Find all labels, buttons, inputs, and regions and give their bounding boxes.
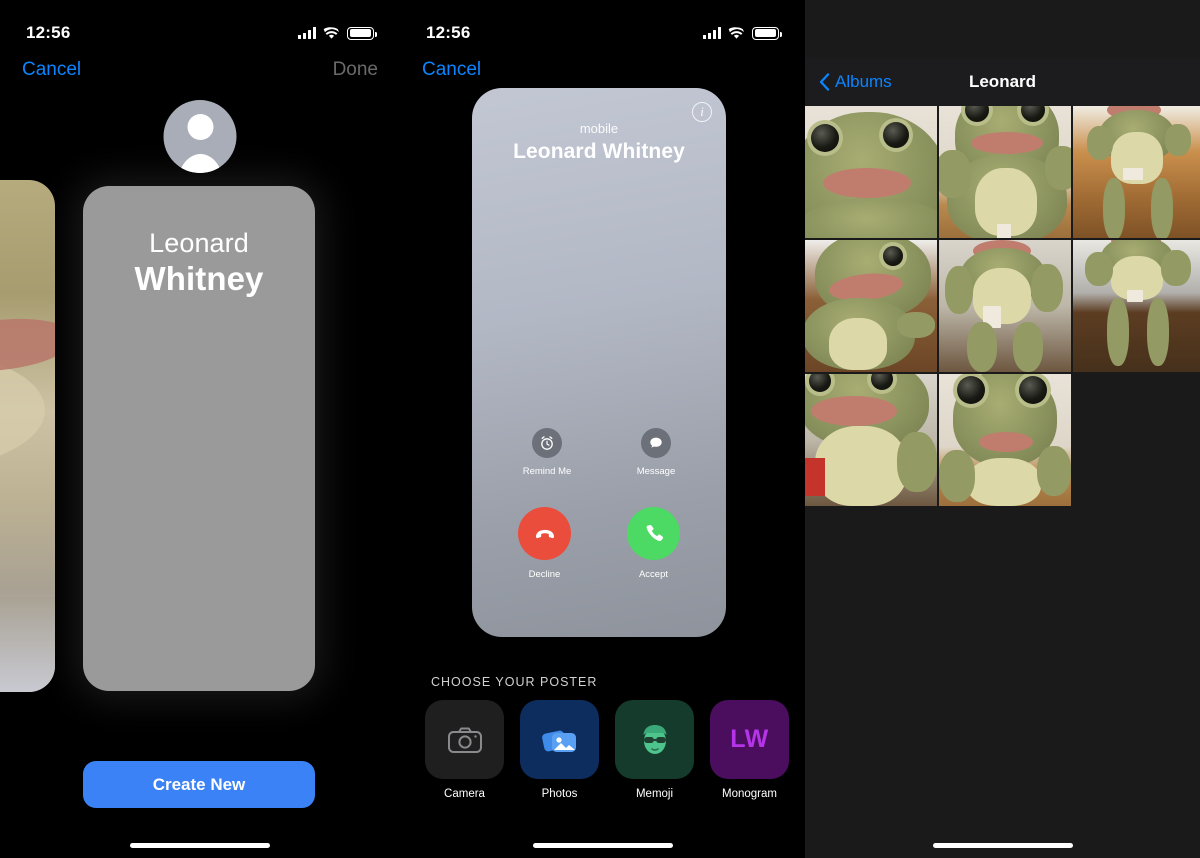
panel-choose-poster-picker: 12:56 Cancel i mobile Leonard Whitney Re… — [400, 0, 805, 858]
call-primary-row: Decline Accept — [472, 507, 726, 580]
photo-thumbnail[interactable] — [939, 374, 1071, 506]
info-circle-icon[interactable]: i — [692, 102, 712, 122]
poster-card-selected[interactable]: Leonard Whitney — [83, 186, 315, 691]
poster-option-camera-label: Camera — [444, 788, 485, 800]
status-time: 12:56 — [26, 23, 71, 42]
message-button[interactable]: Message — [636, 428, 676, 477]
avatar-head-shape — [187, 114, 213, 140]
wifi-icon — [323, 26, 340, 40]
poster-option-photos-label: Photos — [541, 788, 578, 800]
alarm-clock-icon — [531, 428, 562, 458]
photo-thumbnail[interactable] — [805, 106, 937, 238]
incoming-call-preview[interactable]: i mobile Leonard Whitney Remind Me Messa… — [472, 88, 726, 637]
frog-plush-smiling-front — [939, 106, 1071, 238]
accept-button[interactable]: Accept — [627, 507, 680, 580]
poster-option-monogram-label: Monogram — [722, 788, 777, 800]
memoji-face-icon — [615, 700, 694, 779]
photo-thumbnail[interactable] — [805, 240, 937, 372]
message-bubble-icon — [640, 428, 671, 458]
photo-grid — [805, 106, 1200, 506]
cancel-button[interactable]: Cancel — [422, 59, 481, 81]
poster-option-list: Camera Photos Memoji LW Monogram — [400, 700, 805, 800]
chevron-left-icon — [819, 73, 830, 91]
nav-bar: Albums Leonard — [805, 58, 1200, 106]
panel-photos-album-browser: Albums Leonard — [805, 0, 1200, 858]
status-bar: 12:56 — [400, 0, 805, 52]
cancel-button[interactable]: Cancel — [22, 59, 81, 81]
back-to-albums-button[interactable]: Albums — [819, 72, 892, 92]
poster-last-name: Whitney — [134, 259, 264, 297]
status-bar: 12:56 — [0, 0, 400, 52]
frog-plush-on-wood-shelf — [1073, 106, 1200, 238]
done-button[interactable]: Done — [333, 59, 378, 81]
cellular-bars-icon — [703, 27, 721, 39]
battery-icon — [347, 26, 377, 40]
poster-card-previous[interactable]: y i ssage ccept — [0, 180, 55, 692]
call-action-group: Remind Me Message Decline Accept — [472, 428, 726, 580]
phone-icon — [627, 507, 680, 560]
poster-option-photos[interactable]: Photos — [520, 700, 599, 800]
camera-icon — [425, 700, 504, 779]
poster-option-memoji[interactable]: Memoji — [615, 700, 694, 800]
remind-me-label: Remind Me — [522, 466, 572, 477]
wifi-icon — [728, 26, 745, 40]
remind-me-button[interactable]: Remind Me — [522, 428, 572, 477]
screenshot-root: 12:56 Cancel Done Leonard Whitney Create… — [0, 0, 1200, 858]
poster-option-camera[interactable]: Camera — [425, 700, 504, 800]
status-icons — [298, 26, 377, 40]
frog-lip-shape — [0, 312, 55, 378]
person-placeholder-icon[interactable] — [163, 100, 237, 173]
frog-plush-wide-mouth — [805, 374, 937, 506]
photo-thumbnail[interactable] — [1073, 106, 1200, 238]
monogram-text: LW — [730, 725, 769, 753]
panel-contact-poster-editor: 12:56 Cancel Done Leonard Whitney Create… — [0, 0, 400, 858]
decline-button[interactable]: Decline — [518, 507, 571, 580]
home-indicator[interactable] — [532, 843, 673, 848]
frog-plush-side-profile — [805, 240, 937, 372]
frog-plush-seated-table — [939, 240, 1071, 372]
photo-thumbnail[interactable] — [805, 374, 937, 506]
call-secondary-row: Remind Me Message — [472, 428, 726, 477]
battery-icon — [752, 26, 782, 40]
cellular-bars-icon — [298, 27, 316, 39]
phone-down-icon — [518, 507, 571, 560]
poster-peek-photo — [0, 180, 55, 692]
accept-label: Accept — [638, 569, 669, 580]
avatar-body-shape — [176, 154, 224, 173]
photo-thumbnail[interactable] — [939, 240, 1071, 372]
frog-plush-legs-dangling — [1073, 240, 1200, 372]
poster-first-name: Leonard — [149, 228, 249, 258]
floor-shape — [0, 597, 55, 692]
photo-thumbnail[interactable] — [939, 106, 1071, 238]
frog-plush-big-eyes-front — [939, 374, 1071, 506]
poster-name-block: Leonard Whitney — [83, 228, 315, 299]
photo-thumbnail[interactable] — [1073, 240, 1200, 372]
monogram-initials: LW — [710, 700, 789, 779]
back-to-albums-label: Albums — [835, 72, 892, 91]
status-time: 12:56 — [426, 23, 471, 42]
decline-label: Decline — [528, 569, 561, 580]
nav-bar: Cancel Done — [0, 52, 400, 88]
red-book-edge — [805, 458, 825, 496]
frog-plush-closeup-face — [805, 106, 937, 238]
choose-poster-section-title: CHOOSE YOUR POSTER — [431, 675, 598, 689]
status-icons — [703, 26, 782, 40]
caller-name: Leonard Whitney — [513, 140, 685, 163]
create-new-button[interactable]: Create New — [83, 761, 315, 808]
home-indicator[interactable] — [130, 843, 270, 848]
call-line-label: mobile — [579, 121, 619, 136]
poster-option-memoji-label: Memoji — [635, 788, 674, 800]
home-indicator[interactable] — [932, 843, 1073, 848]
poster-option-monogram[interactable]: LW Monogram — [710, 700, 789, 800]
message-label: Message — [636, 466, 676, 477]
nav-bar: Cancel — [400, 52, 805, 88]
photos-stack-icon — [520, 700, 599, 779]
